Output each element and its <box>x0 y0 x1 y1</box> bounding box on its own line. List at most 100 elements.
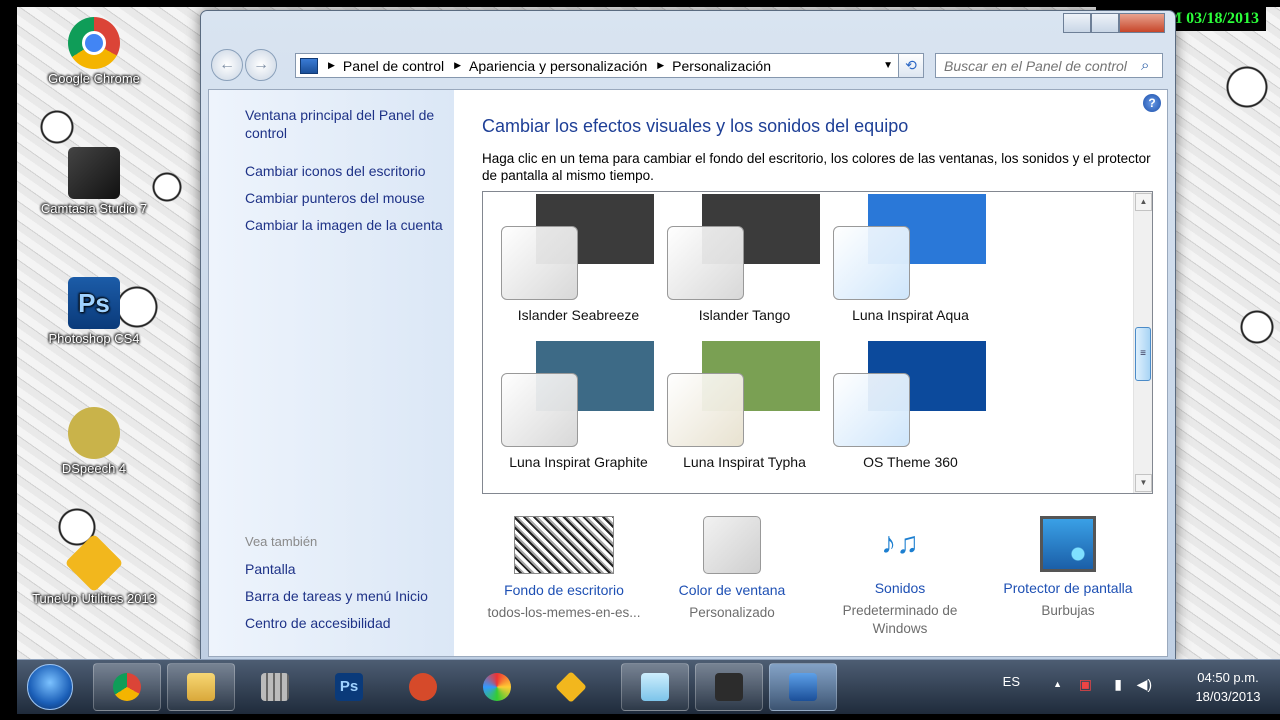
scroll-up-arrow[interactable]: ▲ <box>1135 193 1152 211</box>
theme-window-color-preview <box>833 373 910 447</box>
taskbar-photoshop[interactable]: Ps <box>315 663 383 711</box>
desktop-icon-label: DSpeech 4 <box>61 461 127 476</box>
desktop-icon-label: Google Chrome <box>48 71 140 86</box>
desktop-icon-chrome[interactable]: Google Chrome <box>19 17 169 86</box>
chevron-down-icon[interactable]: ▼ <box>883 60 893 71</box>
taskbar-paint[interactable] <box>463 663 531 711</box>
navigation-bar: ← → ▶ Panel de control ▶ Apariencia y pe… <box>209 49 1167 81</box>
chevron-right-icon: ▶ <box>328 60 335 70</box>
theme-tile[interactable]: Luna Inspirat Aqua <box>833 194 1003 334</box>
chevron-right-icon: ▶ <box>454 60 462 70</box>
theme-name: Islander Seabreeze <box>517 307 640 323</box>
notes-icon <box>641 673 669 701</box>
language-indicator[interactable]: ES <box>1003 674 1020 689</box>
theme-tile[interactable]: OS Theme 360 <box>833 341 1003 481</box>
breadcrumb-appearance[interactable]: Apariencia y personalización <box>469 58 647 74</box>
bottom-item-label[interactable]: Sonidos <box>820 580 980 596</box>
theme-window-color-preview <box>667 226 744 300</box>
theme-window-color-preview <box>501 226 578 300</box>
page-description: Haga clic en un tema para cambiar el fon… <box>482 151 1151 183</box>
taskbar-clock[interactable]: 04:50 p.m. 18/03/2013 <box>1188 668 1268 706</box>
personalization-window: ← → ▶ Panel de control ▶ Apariencia y pe… <box>200 10 1176 661</box>
theme-tile[interactable]: Luna Inspirat Typha <box>667 341 837 481</box>
theme-list: Islander Seabreeze Islander Tango Luna Ins… <box>482 191 1153 494</box>
taskbar-app-grid[interactable] <box>241 663 309 711</box>
taskbar-control-panel[interactable] <box>769 663 837 711</box>
taskbar-chrome[interactable] <box>93 663 161 711</box>
network-app-icon[interactable]: ▣ <box>1079 676 1092 693</box>
search-box[interactable]: ⌕ <box>935 53 1163 78</box>
help-icon[interactable]: ? <box>1143 94 1161 112</box>
bottom-item-value: Burbujas <box>1041 603 1095 618</box>
scroll-thumb[interactable]: ≡ <box>1135 327 1151 381</box>
wallpaper-thumbnail <box>514 516 614 574</box>
signal-icon[interactable]: ▮ <box>1114 676 1122 693</box>
desktop-icon-label: TuneUp Utilities 2013 <box>32 591 156 606</box>
forward-button[interactable]: → <box>245 49 277 81</box>
monitor-bubbles-icon <box>1040 516 1096 572</box>
theme-name: Islander Tango <box>698 307 791 323</box>
show-hidden-icons[interactable]: ▲ <box>1053 679 1062 689</box>
page-title: Cambiar los efectos visuales y los sonid… <box>482 116 909 136</box>
see-also-heading: Vea también <box>245 534 318 549</box>
sidebar-link-account-picture[interactable]: Cambiar la imagen de la cuenta <box>245 216 445 234</box>
photoshop-icon: Ps <box>68 277 120 329</box>
breadcrumb-personalization[interactable]: Personalización <box>672 58 771 74</box>
sidebar-link-mouse-pointers[interactable]: Cambiar punteros del mouse <box>245 189 445 207</box>
refresh-button[interactable]: ⟲ <box>898 53 924 78</box>
taskbar-tuneup[interactable] <box>537 663 605 711</box>
taskbar-camtasia[interactable] <box>695 663 763 711</box>
photoshop-icon: Ps <box>335 673 363 701</box>
desktop-background-option[interactable]: Fondo de escritorio todos-los-memes-en-e… <box>484 516 644 622</box>
screensaver-option[interactable]: Protector de pantalla Burbujas <box>988 516 1148 620</box>
back-button[interactable]: ← <box>211 49 243 81</box>
chevron-right-icon: ▶ <box>657 60 665 70</box>
desktop-icon-tuneup[interactable]: TuneUp Utilities 2013 <box>19 533 169 606</box>
scroll-down-arrow[interactable]: ▼ <box>1135 474 1152 492</box>
theme-window-color-preview <box>667 373 744 447</box>
window-color-option[interactable]: Color de ventana Personalizado <box>652 516 812 622</box>
sounds-option[interactable]: ♪♫ Sonidos Predeterminado de Windows <box>820 516 980 638</box>
minimize-button[interactable] <box>1063 13 1091 33</box>
volume-icon[interactable]: ◀) <box>1137 676 1152 693</box>
address-bar[interactable]: ▶ Panel de control ▶ Apariencia y person… <box>295 53 900 78</box>
theme-name: OS Theme 360 <box>863 454 958 470</box>
taskbar-time: 04:50 p.m. <box>1197 670 1259 685</box>
grid-icon <box>261 673 289 701</box>
theme-name: Luna Inspirat Typha <box>683 454 806 470</box>
desktop-icon-camtasia[interactable]: Camtasia Studio 7 <box>19 147 169 216</box>
palette-icon <box>483 673 511 701</box>
taskbar-notes[interactable] <box>621 663 689 711</box>
desktop-icon-dspeech[interactable]: DSpeech 4 <box>19 407 169 476</box>
desktop-icon-photoshop[interactable]: Ps Photoshop CS4 <box>19 277 169 346</box>
dspeech-icon <box>68 407 120 459</box>
chrome-icon <box>68 17 120 69</box>
vertical-scrollbar[interactable]: ▲ ≡ ▼ <box>1133 192 1152 493</box>
tuneup-icon <box>555 671 587 703</box>
theme-window-color-preview <box>833 226 910 300</box>
search-icon[interactable]: ⌕ <box>1141 57 1149 74</box>
taskbar-explorer[interactable] <box>167 663 235 711</box>
content-pane: Ventana principal del Panel de control C… <box>208 89 1168 657</box>
bottom-item-label[interactable]: Color de ventana <box>652 582 812 598</box>
theme-tile[interactable]: Luna Inspirat Graphite <box>501 341 671 481</box>
bottom-item-value: Personalizado <box>689 605 775 620</box>
start-button[interactable] <box>27 664 73 710</box>
theme-tile[interactable]: Islander Seabreeze <box>501 194 671 334</box>
maximize-button[interactable] <box>1091 13 1119 33</box>
breadcrumb-control-panel[interactable]: Panel de control <box>343 58 444 74</box>
bottom-item-label[interactable]: Protector de pantalla <box>988 580 1148 596</box>
sidebar-link-display[interactable]: Pantalla <box>245 560 445 578</box>
chrome-icon <box>113 673 141 701</box>
sidebar-link-taskbar[interactable]: Barra de tareas y menú Inicio <box>245 587 445 605</box>
camera-icon <box>715 673 743 701</box>
search-input[interactable] <box>936 56 1141 75</box>
taskbar-app-red[interactable] <box>389 663 457 711</box>
sidebar-link-control-panel-home[interactable]: Ventana principal del Panel de control <box>245 106 445 142</box>
close-button[interactable] <box>1119 13 1165 33</box>
bottom-item-label[interactable]: Fondo de escritorio <box>484 582 644 598</box>
camtasia-icon <box>68 147 120 199</box>
sidebar-link-accessibility[interactable]: Centro de accesibilidad <box>245 614 445 632</box>
theme-tile[interactable]: Islander Tango <box>667 194 837 334</box>
sidebar-link-desktop-icons[interactable]: Cambiar iconos del escritorio <box>245 162 445 180</box>
